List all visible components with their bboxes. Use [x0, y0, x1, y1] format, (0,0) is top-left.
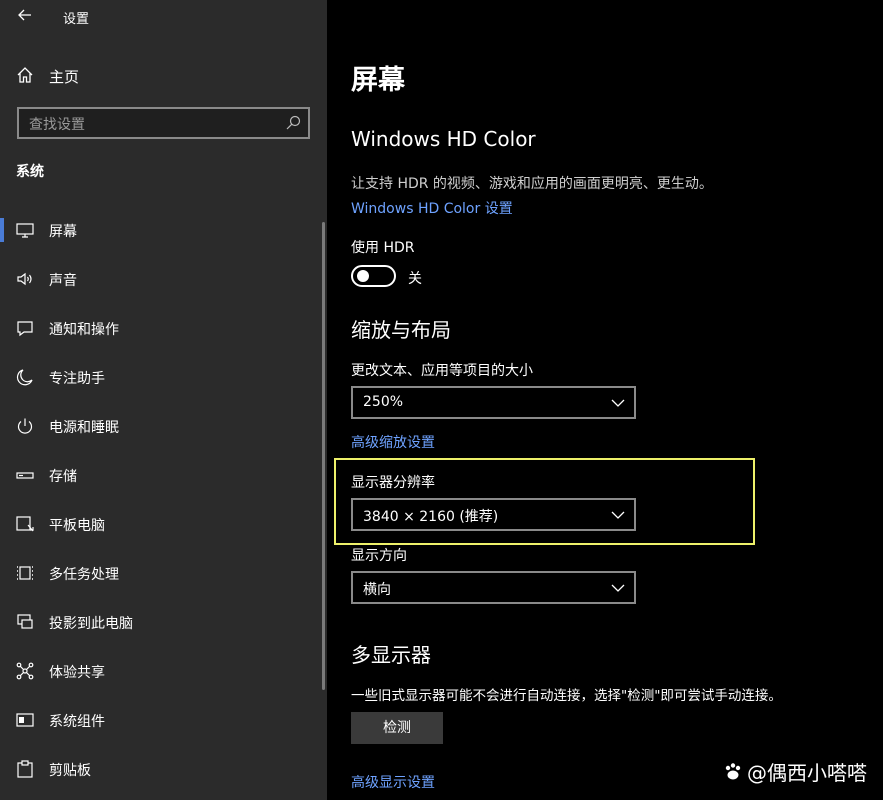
- search-placeholder: 查找设置: [29, 117, 85, 133]
- sidebar-item-system-components[interactable]: 系统组件: [0, 700, 320, 740]
- app-title: 设置: [63, 12, 90, 27]
- back-arrow-icon[interactable]: [14, 4, 36, 26]
- sidebar-item-clipboard[interactable]: 剪贴板: [0, 749, 320, 789]
- components-icon: [16, 713, 34, 727]
- monitor-icon: [16, 223, 34, 238]
- hd-color-settings-link[interactable]: Windows HD Color 设置: [351, 198, 513, 218]
- text-size-value: 250%: [363, 394, 404, 410]
- sidebar-item-tablet[interactable]: 平板电脑: [0, 504, 320, 544]
- sidebar-item-label: 多任务处理: [49, 567, 119, 583]
- moon-icon: [17, 369, 33, 386]
- hdr-description: 让支持 HDR 的视频、游戏和应用的画面更明亮、更生动。: [351, 176, 713, 192]
- orientation-dropdown[interactable]: 横向: [351, 571, 636, 604]
- orientation-value: 横向: [363, 582, 391, 598]
- sidebar-item-label: 剪贴板: [49, 763, 91, 779]
- sidebar-item-sound[interactable]: 声音: [0, 259, 320, 299]
- title-bar: 设置: [0, 0, 327, 36]
- speaker-icon: [17, 272, 32, 286]
- sidebar: 设置 主页 查找设置 系统 屏幕 声音 通知和操作 专注助手 电源和睡眠 存储 …: [0, 0, 327, 800]
- sidebar-item-multitasking[interactable]: 多任务处理: [0, 553, 320, 593]
- sidebar-item-label: 平板电脑: [49, 518, 105, 534]
- home-icon: [17, 67, 33, 83]
- selected-indicator: [0, 218, 4, 242]
- page-title: 屏幕: [351, 65, 405, 96]
- sidebar-item-power[interactable]: 电源和睡眠: [0, 406, 320, 446]
- section-title: 系统: [16, 164, 44, 180]
- hdr-toggle-label: 使用 HDR: [351, 240, 415, 256]
- share-icon: [16, 662, 34, 680]
- toggle-knob: [357, 270, 369, 282]
- multiple-displays-heading: 多显示器: [351, 643, 431, 667]
- scale-layout-heading: 缩放与布局: [351, 318, 451, 342]
- sidebar-item-shared-experiences[interactable]: 体验共享: [0, 651, 320, 691]
- multitask-icon: [17, 566, 33, 580]
- sidebar-item-display[interactable]: 屏幕: [0, 210, 320, 250]
- orientation-label: 显示方向: [351, 548, 407, 564]
- multiple-displays-description: 一些旧式显示器可能不会进行自动连接，选择"检测"即可尝试手动连接。: [351, 688, 782, 704]
- home-label: 主页: [49, 68, 80, 86]
- sidebar-item-label: 投影到此电脑: [49, 616, 133, 632]
- sidebar-item-label: 体验共享: [49, 665, 105, 681]
- advanced-scaling-link[interactable]: 高级缩放设置: [351, 432, 435, 452]
- sidebar-scrollbar[interactable]: [322, 222, 325, 690]
- sidebar-item-label: 专注助手: [49, 371, 105, 387]
- chevron-down-icon: [611, 399, 625, 407]
- watermark-text: @偶西小嗒嗒: [747, 761, 867, 785]
- power-icon: [17, 418, 33, 434]
- sidebar-item-label: 电源和睡眠: [49, 420, 119, 436]
- text-size-label: 更改文本、应用等项目的大小: [351, 363, 533, 379]
- search-icon[interactable]: [284, 114, 302, 132]
- clipboard-icon: [17, 760, 33, 778]
- main-content: 屏幕 Windows HD Color 让支持 HDR 的视频、游戏和应用的画面…: [327, 0, 883, 800]
- text-size-dropdown[interactable]: 250%: [351, 386, 636, 419]
- home-nav-item[interactable]: 主页: [0, 57, 327, 93]
- resolution-dropdown[interactable]: 3840 × 2160 (推荐): [351, 498, 636, 531]
- detect-button[interactable]: 检测: [351, 712, 443, 744]
- tablet-icon: [16, 516, 34, 532]
- chevron-down-icon: [611, 584, 625, 592]
- sidebar-item-notifications[interactable]: 通知和操作: [0, 308, 320, 348]
- sidebar-item-label: 系统组件: [49, 714, 105, 730]
- sidebar-item-label: 存储: [49, 469, 77, 485]
- sidebar-item-focus-assist[interactable]: 专注助手: [0, 357, 320, 397]
- sidebar-item-storage[interactable]: 存储: [0, 455, 320, 495]
- advanced-display-settings-link[interactable]: 高级显示设置: [351, 772, 435, 792]
- sidebar-item-project[interactable]: 投影到此电脑: [0, 602, 320, 642]
- search-input[interactable]: 查找设置: [17, 107, 310, 139]
- sidebar-item-label: 通知和操作: [49, 322, 119, 338]
- hdr-heading: Windows HD Color: [351, 127, 536, 151]
- sidebar-item-label: 屏幕: [49, 224, 77, 240]
- watermark: @偶西小嗒嗒: [721, 757, 867, 786]
- project-icon: [17, 614, 33, 629]
- resolution-value: 3840 × 2160 (推荐): [363, 509, 499, 525]
- storage-icon: [16, 472, 34, 479]
- sidebar-item-label: 声音: [49, 273, 77, 289]
- notification-icon: [17, 321, 33, 337]
- chevron-down-icon: [611, 511, 625, 519]
- paw-logo-icon: [725, 762, 741, 779]
- hdr-toggle-state: 关: [408, 271, 422, 287]
- hdr-toggle[interactable]: [351, 265, 396, 287]
- resolution-label: 显示器分辨率: [351, 475, 435, 491]
